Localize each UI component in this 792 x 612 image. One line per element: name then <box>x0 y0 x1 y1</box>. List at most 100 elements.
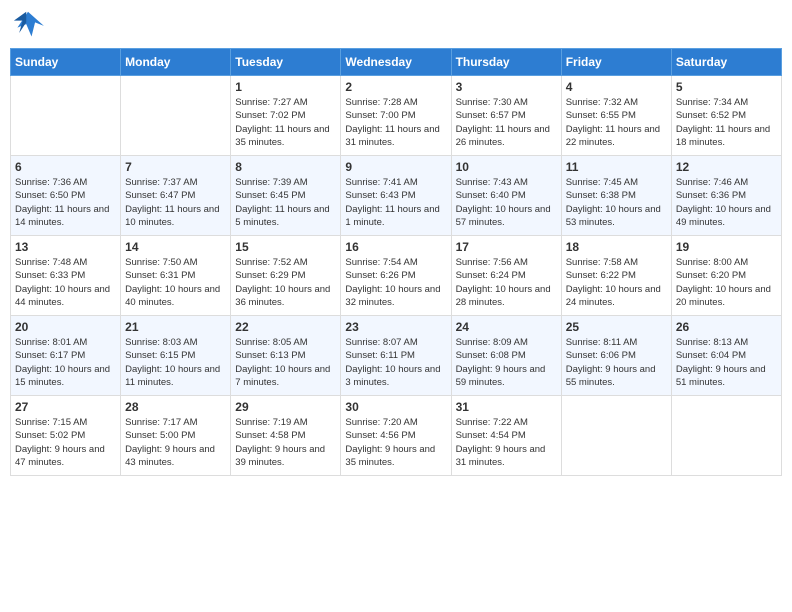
day-info: Sunrise: 8:07 AMSunset: 6:11 PMDaylight:… <box>345 336 446 389</box>
day-number: 31 <box>456 400 557 414</box>
day-number: 24 <box>456 320 557 334</box>
day-number: 25 <box>566 320 667 334</box>
header-day-tuesday: Tuesday <box>231 49 341 76</box>
calendar-table: SundayMondayTuesdayWednesdayThursdayFrid… <box>10 48 782 476</box>
day-info: Sunrise: 8:03 AMSunset: 6:15 PMDaylight:… <box>125 336 226 389</box>
calendar-week-4: 20 Sunrise: 8:01 AMSunset: 6:17 PMDayligh… <box>11 316 782 396</box>
day-number: 6 <box>15 160 116 174</box>
header-day-wednesday: Wednesday <box>341 49 451 76</box>
calendar-cell: 31 Sunrise: 7:22 AMSunset: 4:54 PMDayligh… <box>451 396 561 476</box>
day-info: Sunrise: 7:41 AMSunset: 6:43 PMDaylight:… <box>345 176 446 229</box>
calendar-cell: 27 Sunrise: 7:15 AMSunset: 5:02 PMDayligh… <box>11 396 121 476</box>
header-row: SundayMondayTuesdayWednesdayThursdayFrid… <box>11 49 782 76</box>
calendar-cell: 15 Sunrise: 7:52 AMSunset: 6:29 PMDayligh… <box>231 236 341 316</box>
calendar-cell: 6 Sunrise: 7:36 AMSunset: 6:50 PMDaylight… <box>11 156 121 236</box>
calendar-cell: 16Sunrise: 7:54 AMSunset: 6:26 PMDayligh… <box>341 236 451 316</box>
day-info: Sunrise: 7:15 AMSunset: 5:02 PMDaylight:… <box>15 416 116 469</box>
calendar-cell: 21 Sunrise: 8:03 AMSunset: 6:15 PMDayligh… <box>121 316 231 396</box>
day-info: Sunrise: 7:46 AMSunset: 6:36 PMDaylight:… <box>676 176 777 229</box>
calendar-cell: 26 Sunrise: 8:13 AMSunset: 6:04 PMDayligh… <box>671 316 781 396</box>
page-header <box>10 10 782 40</box>
day-info: Sunrise: 8:00 AMSunset: 6:20 PMDaylight:… <box>676 256 777 309</box>
day-info: Sunrise: 7:50 AMSunset: 6:31 PMDaylight:… <box>125 256 226 309</box>
day-number: 15 <box>235 240 336 254</box>
calendar-cell <box>121 76 231 156</box>
calendar-cell: 13Sunrise: 7:48 AMSunset: 6:33 PMDayligh… <box>11 236 121 316</box>
calendar-cell: 11 Sunrise: 7:45 AMSunset: 6:38 PMDayligh… <box>561 156 671 236</box>
calendar-week-3: 13Sunrise: 7:48 AMSunset: 6:33 PMDayligh… <box>11 236 782 316</box>
day-info: Sunrise: 7:45 AMSunset: 6:38 PMDaylight:… <box>566 176 667 229</box>
calendar-cell: 8Sunrise: 7:39 AMSunset: 6:45 PMDaylight… <box>231 156 341 236</box>
calendar-cell: 14 Sunrise: 7:50 AMSunset: 6:31 PMDayligh… <box>121 236 231 316</box>
calendar-cell: 10 Sunrise: 7:43 AMSunset: 6:40 PMDayligh… <box>451 156 561 236</box>
day-number: 12 <box>676 160 777 174</box>
day-number: 11 <box>566 160 667 174</box>
day-number: 3 <box>456 80 557 94</box>
calendar-cell: 7 Sunrise: 7:37 AMSunset: 6:47 PMDaylight… <box>121 156 231 236</box>
day-number: 5 <box>676 80 777 94</box>
logo-icon <box>10 10 46 40</box>
day-info: Sunrise: 7:22 AMSunset: 4:54 PMDaylight:… <box>456 416 557 469</box>
calendar-cell: 29 Sunrise: 7:19 AMSunset: 4:58 PMDayligh… <box>231 396 341 476</box>
day-number: 18 <box>566 240 667 254</box>
day-number: 10 <box>456 160 557 174</box>
calendar-cell: 12 Sunrise: 7:46 AMSunset: 6:36 PMDayligh… <box>671 156 781 236</box>
day-info: Sunrise: 7:28 AMSunset: 7:00 PMDaylight:… <box>345 96 446 149</box>
day-info: Sunrise: 7:20 AMSunset: 4:56 PMDaylight:… <box>345 416 446 469</box>
day-number: 23 <box>345 320 446 334</box>
calendar-week-1: 1Sunrise: 7:27 AMSunset: 7:02 PMDaylight… <box>11 76 782 156</box>
calendar-cell: 5 Sunrise: 7:34 AMSunset: 6:52 PMDaylight… <box>671 76 781 156</box>
header-day-sunday: Sunday <box>11 49 121 76</box>
day-number: 4 <box>566 80 667 94</box>
calendar-cell: 9 Sunrise: 7:41 AMSunset: 6:43 PMDaylight… <box>341 156 451 236</box>
day-info: Sunrise: 7:39 AMSunset: 6:45 PMDaylight:… <box>235 176 336 229</box>
calendar-week-2: 6 Sunrise: 7:36 AMSunset: 6:50 PMDaylight… <box>11 156 782 236</box>
day-number: 19 <box>676 240 777 254</box>
day-info: Sunrise: 7:17 AMSunset: 5:00 PMDaylight:… <box>125 416 226 469</box>
day-number: 2 <box>345 80 446 94</box>
day-info: Sunrise: 7:56 AMSunset: 6:24 PMDaylight:… <box>456 256 557 309</box>
calendar-cell: 23 Sunrise: 8:07 AMSunset: 6:11 PMDayligh… <box>341 316 451 396</box>
header-day-friday: Friday <box>561 49 671 76</box>
day-number: 28 <box>125 400 226 414</box>
day-number: 30 <box>345 400 446 414</box>
calendar-cell: 20 Sunrise: 8:01 AMSunset: 6:17 PMDayligh… <box>11 316 121 396</box>
day-number: 1 <box>235 80 336 94</box>
day-number: 7 <box>125 160 226 174</box>
day-info: Sunrise: 7:30 AMSunset: 6:57 PMDaylight:… <box>456 96 557 149</box>
calendar-cell <box>561 396 671 476</box>
day-number: 14 <box>125 240 226 254</box>
day-info: Sunrise: 8:09 AMSunset: 6:08 PMDaylight:… <box>456 336 557 389</box>
day-info: Sunrise: 7:43 AMSunset: 6:40 PMDaylight:… <box>456 176 557 229</box>
day-info: Sunrise: 7:32 AMSunset: 6:55 PMDaylight:… <box>566 96 667 149</box>
header-day-thursday: Thursday <box>451 49 561 76</box>
calendar-cell: 30 Sunrise: 7:20 AMSunset: 4:56 PMDayligh… <box>341 396 451 476</box>
day-number: 27 <box>15 400 116 414</box>
day-info: Sunrise: 8:13 AMSunset: 6:04 PMDaylight:… <box>676 336 777 389</box>
day-number: 26 <box>676 320 777 334</box>
day-number: 17 <box>456 240 557 254</box>
calendar-cell: 3 Sunrise: 7:30 AMSunset: 6:57 PMDaylight… <box>451 76 561 156</box>
calendar-cell: 4 Sunrise: 7:32 AMSunset: 6:55 PMDaylight… <box>561 76 671 156</box>
day-info: Sunrise: 8:01 AMSunset: 6:17 PMDaylight:… <box>15 336 116 389</box>
calendar-cell: 1Sunrise: 7:27 AMSunset: 7:02 PMDaylight… <box>231 76 341 156</box>
day-info: Sunrise: 8:11 AMSunset: 6:06 PMDaylight:… <box>566 336 667 389</box>
day-info: Sunrise: 7:58 AMSunset: 6:22 PMDaylight:… <box>566 256 667 309</box>
header-day-monday: Monday <box>121 49 231 76</box>
day-number: 9 <box>345 160 446 174</box>
calendar-cell: 19 Sunrise: 8:00 AMSunset: 6:20 PMDayligh… <box>671 236 781 316</box>
day-info: Sunrise: 7:37 AMSunset: 6:47 PMDaylight:… <box>125 176 226 229</box>
day-number: 29 <box>235 400 336 414</box>
day-number: 20 <box>15 320 116 334</box>
day-info: Sunrise: 7:19 AMSunset: 4:58 PMDaylight:… <box>235 416 336 469</box>
day-info: Sunrise: 7:34 AMSunset: 6:52 PMDaylight:… <box>676 96 777 149</box>
calendar-cell: 24 Sunrise: 8:09 AMSunset: 6:08 PMDayligh… <box>451 316 561 396</box>
calendar-cell <box>671 396 781 476</box>
calendar-week-5: 27 Sunrise: 7:15 AMSunset: 5:02 PMDayligh… <box>11 396 782 476</box>
day-info: Sunrise: 7:52 AMSunset: 6:29 PMDaylight:… <box>235 256 336 309</box>
day-info: Sunrise: 7:36 AMSunset: 6:50 PMDaylight:… <box>15 176 116 229</box>
day-info: Sunrise: 7:48 AMSunset: 6:33 PMDaylight:… <box>15 256 116 309</box>
calendar-cell: 22Sunrise: 8:05 AMSunset: 6:13 PMDayligh… <box>231 316 341 396</box>
day-info: Sunrise: 8:05 AMSunset: 6:13 PMDaylight:… <box>235 336 336 389</box>
day-number: 21 <box>125 320 226 334</box>
